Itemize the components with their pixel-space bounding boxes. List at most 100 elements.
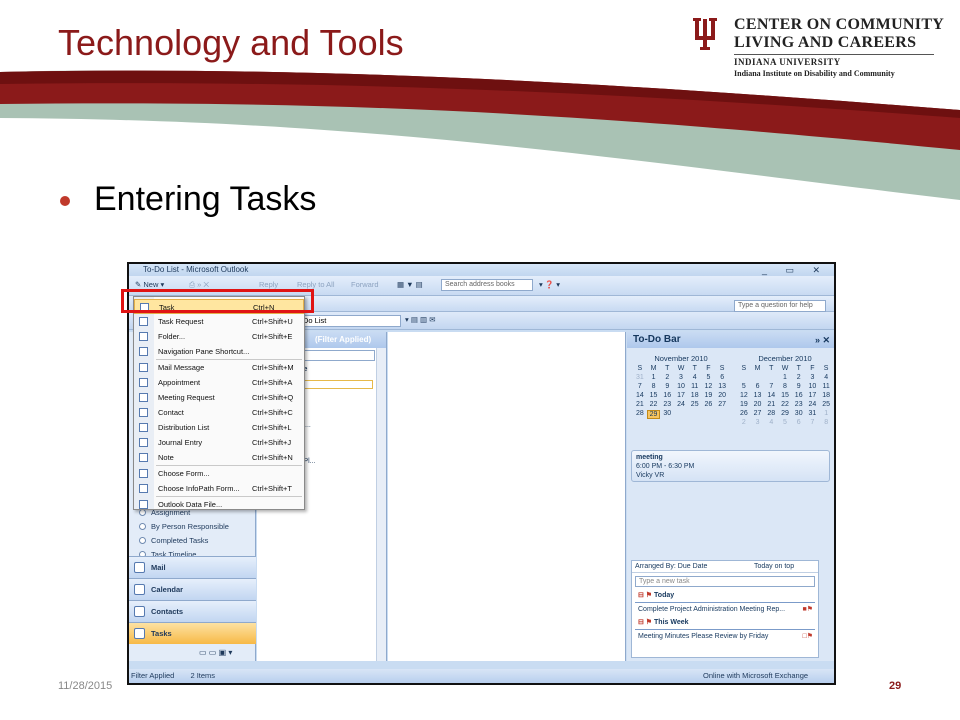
menu-item-outlook-data-file[interactable]: Outlook Data File...	[134, 497, 304, 512]
calendar-day[interactable]: 21	[764, 401, 778, 408]
calendar-day[interactable]: 4	[819, 374, 833, 381]
calendar-day[interactable]: 24	[806, 401, 820, 408]
calendar-day[interactable]: 13	[715, 383, 729, 390]
calendar-day[interactable]: 30	[792, 410, 806, 417]
menu-item-mail-message[interactable]: Mail Message Ctrl+Shift+M	[134, 360, 304, 375]
calendar-day[interactable]: 2	[737, 419, 751, 426]
menu-item-choose-infopath-form[interactable]: Choose InfoPath Form... Ctrl+Shift+T	[134, 481, 304, 496]
calendar-day[interactable]: 8	[647, 383, 661, 390]
reply-button[interactable]: Reply	[259, 280, 278, 289]
calendar-day[interactable]: 18	[819, 392, 833, 399]
calendar-day[interactable]: 10	[806, 383, 820, 390]
calendar-day[interactable]: 19	[702, 392, 716, 399]
calendar-day[interactable]: 23	[792, 401, 806, 408]
calendar-day[interactable]: 5	[778, 419, 792, 426]
calendar-day[interactable]: 2	[660, 374, 674, 381]
window-controls[interactable]: _ ▭ ✕	[762, 264, 828, 276]
calendar-day[interactable]: 5	[702, 374, 716, 381]
calendar-day[interactable]: 11	[688, 383, 702, 390]
task-list-scrollbar[interactable]	[376, 348, 386, 661]
new-task-input[interactable]: Type a new task	[635, 576, 815, 587]
menu-item-choose-form[interactable]: Choose Form...	[134, 466, 304, 481]
calendar-day[interactable]: 22	[778, 401, 792, 408]
view-dropdown-icon[interactable]: ▾ ▤ ▥ ✉	[405, 315, 435, 324]
calendar-day[interactable]: 20	[715, 392, 729, 399]
calendar-day[interactable]: 29	[646, 410, 661, 419]
task-row[interactable]: Meeting Minutes Please Review by Friday □…	[635, 630, 815, 644]
calendar-day[interactable]: 14	[764, 392, 778, 399]
calendar-day[interactable]: 15	[778, 392, 792, 399]
address-book-search[interactable]: Search address books	[441, 279, 533, 291]
calendar-day[interactable]: 17	[674, 392, 688, 399]
group-this-week[interactable]: ⊟ ⚑ This Week	[635, 617, 815, 630]
new-button[interactable]: ✎ New ▾	[135, 280, 164, 289]
calendar-day[interactable]: 30	[660, 410, 674, 419]
flag-icon[interactable]: □⚑	[802, 630, 813, 644]
calendar-day[interactable]: 27	[715, 401, 729, 408]
calendar-day[interactable]: 7	[633, 383, 647, 390]
appointment-card[interactable]: meeting 6:00 PM - 6:30 PM Vicky VR	[631, 450, 830, 482]
calendar-day[interactable]: 9	[660, 383, 674, 390]
calendar-day[interactable]: 6	[792, 419, 806, 426]
calendar-day[interactable]: 3	[674, 374, 688, 381]
calendar-day[interactable]: 3	[751, 419, 765, 426]
forward-button[interactable]: Forward	[351, 280, 379, 289]
nav-button-calendar[interactable]: Calendar	[129, 578, 256, 600]
calendar-day[interactable]: 12	[702, 383, 716, 390]
view-selector[interactable]: Do List	[299, 315, 401, 327]
calendar-day[interactable]: 29	[778, 410, 792, 417]
calendar-grid[interactable]: S M T W T F S 1 2 3 4 5 6 7 8 9 10 11 12 13 14 15 16 17 18 19 20 21…	[737, 365, 833, 426]
calendar-day[interactable]: 16	[660, 392, 674, 399]
calendar-day[interactable]: 26	[702, 401, 716, 408]
calendar-day[interactable]: 20	[751, 401, 765, 408]
calendar-day[interactable]: 7	[806, 419, 820, 426]
help-search-input[interactable]: Type a question for help	[734, 300, 826, 312]
task-row[interactable]: Complete Project Administration Meeting …	[635, 603, 815, 617]
menu-item-task-request[interactable]: Task Request Ctrl+Shift+U	[134, 314, 304, 329]
calendar-day[interactable]: 7	[764, 383, 778, 390]
menu-item-appointment[interactable]: Appointment Ctrl+Shift+A	[134, 375, 304, 390]
calendar-day[interactable]: 23	[660, 401, 674, 408]
close-icon[interactable]: » ✕	[815, 332, 830, 348]
nav-shortcut-icons[interactable]: ▭ ▭ ▣ ▾	[199, 648, 232, 657]
calendar-day[interactable]: 17	[806, 392, 820, 399]
help-icon[interactable]: ▾ ❓ ▾	[539, 280, 560, 289]
calendar-day[interactable]: 22	[647, 401, 661, 408]
calendar-day[interactable]: 24	[674, 401, 688, 408]
calendar-day[interactable]: 1	[819, 410, 833, 417]
calendar-day[interactable]: 15	[647, 392, 661, 399]
nav-button-mail[interactable]: Mail	[129, 556, 256, 578]
calendar-day[interactable]: 21	[633, 401, 647, 408]
calendar-day[interactable]: 31	[633, 374, 647, 381]
calendar-day[interactable]: 5	[737, 383, 751, 390]
flag-icon[interactable]: ■⚑	[802, 603, 813, 617]
view-radio-person[interactable]: By Person Responsible	[139, 522, 229, 531]
calendar-day[interactable]: 25	[688, 401, 702, 408]
calendar-day[interactable]: 31	[806, 410, 820, 417]
calendar-day[interactable]: 2	[792, 374, 806, 381]
calendar-day[interactable]: 4	[764, 419, 778, 426]
calendar-day[interactable]: 28	[764, 410, 778, 417]
calendar-day[interactable]: 9	[792, 383, 806, 390]
group-today[interactable]: ⊟ ⚑ Today	[635, 590, 815, 603]
calendar-day[interactable]: 11	[819, 383, 833, 390]
calendar-day[interactable]: 13	[751, 392, 765, 399]
view-radio-completed[interactable]: Completed Tasks	[139, 536, 208, 545]
calendar-day[interactable]: 12	[737, 392, 751, 399]
menu-item-folder[interactable]: Folder... Ctrl+Shift+E	[134, 329, 304, 344]
calendar-day[interactable]: 8	[778, 383, 792, 390]
reply-all-button[interactable]: Reply to All	[297, 280, 335, 289]
filter-icon[interactable]: ▦ ▼ ▤	[397, 280, 423, 289]
calendar-day[interactable]: 10	[674, 383, 688, 390]
calendar-day[interactable]: 25	[819, 401, 833, 408]
calendar-day[interactable]: 6	[751, 383, 765, 390]
menu-item-distribution-list[interactable]: Distribution List Ctrl+Shift+L	[134, 420, 304, 435]
menu-item-note[interactable]: Note Ctrl+Shift+N	[134, 450, 304, 465]
menu-item-contact[interactable]: Contact Ctrl+Shift+C	[134, 405, 304, 420]
calendar-day[interactable]: 14	[633, 392, 647, 399]
nav-button-tasks[interactable]: Tasks	[129, 622, 256, 644]
calendar-day[interactable]: 1	[647, 374, 661, 381]
task-list-arrange-header[interactable]: Arranged By: Due Date Today on top	[632, 561, 818, 573]
calendar-day[interactable]: 1	[778, 374, 792, 381]
menu-item-meeting-request[interactable]: Meeting Request Ctrl+Shift+Q	[134, 390, 304, 405]
